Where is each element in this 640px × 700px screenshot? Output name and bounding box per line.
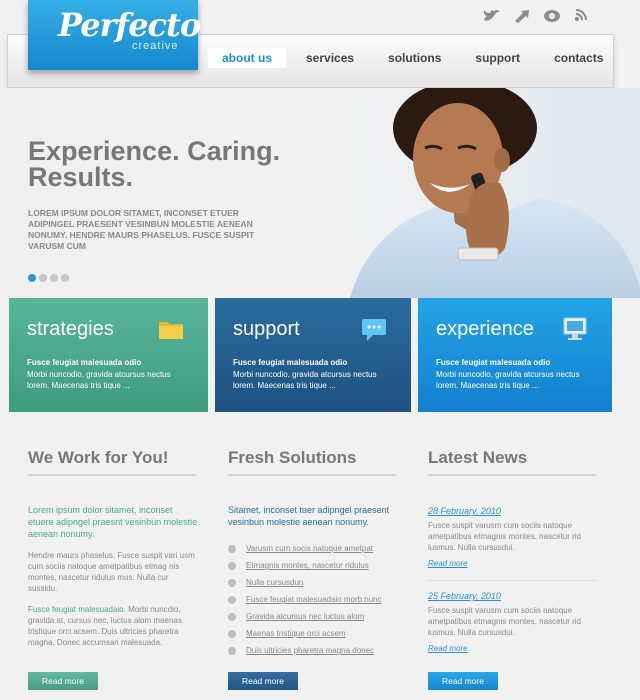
eye-icon[interactable] xyxy=(542,8,562,24)
nav-about-us[interactable]: about us xyxy=(208,48,286,68)
feature-subtitle: Fusce feugiat malesuada odio xyxy=(436,358,551,367)
list-link[interactable]: Fusce feugiat malesuadaio morb nunc xyxy=(246,595,382,604)
slider-dots xyxy=(28,274,69,282)
slider-dot[interactable] xyxy=(50,274,58,282)
column-title: Fresh Solutions xyxy=(228,448,396,476)
solutions-list: Varusm cum socis natoque ametpat Etmagni… xyxy=(228,540,398,659)
list-item: Gravida atcursus nec luctus alom xyxy=(228,608,398,625)
bullet-icon xyxy=(228,646,236,655)
news-item: 25 February, 2010 Fusce suspit varusm cu… xyxy=(428,591,598,653)
feature-body: Morbi nuncodio, gravida atcursus nectus … xyxy=(27,370,171,390)
news-item: 28 February, 2010 Fusce suspit varusm cu… xyxy=(428,506,598,568)
list-item: Duis ultricies pharetra magna donec xyxy=(228,642,398,659)
divider xyxy=(428,580,596,581)
slider-dot[interactable] xyxy=(61,274,69,282)
news-date-link[interactable]: 28 February, 2010 xyxy=(428,506,598,516)
bullet-icon xyxy=(228,612,236,621)
feature-support[interactable]: support Fusce feugiat malesuada odio Mor… xyxy=(215,298,411,412)
read-more-button[interactable]: Read more xyxy=(428,672,498,690)
logo-text: Perfecto xyxy=(58,6,201,44)
column-lead: Sitamet, inconset tuer adipngel praesent… xyxy=(228,505,390,527)
rss-icon[interactable] xyxy=(572,8,592,24)
feature-subtitle: Fusce feugiat malesuada odio xyxy=(27,358,142,367)
column-lead: Lorem ipsum dolor sitamet, inconset etue… xyxy=(28,505,198,539)
column-title: We Work for You! xyxy=(28,448,196,476)
list-item: Etmagnis montes, nascetur ridulus xyxy=(228,557,398,574)
feature-strategies[interactable]: strategies Fusce feugiat malesuada odio … xyxy=(9,298,208,412)
social-icons xyxy=(482,8,592,24)
feature-body: Morbi nuncodio, gravida atcursus nectus … xyxy=(233,370,377,390)
forward-icon[interactable] xyxy=(512,8,532,24)
hero-title-line2: Results. xyxy=(28,162,134,192)
logo[interactable]: Perfecto creative xyxy=(28,0,201,70)
column-latest-news: Latest News 28 February, 2010 Fusce susp… xyxy=(428,448,598,653)
list-link[interactable]: Varusm cum socis natoque ametpat xyxy=(246,544,373,553)
read-more-button[interactable]: Read more xyxy=(28,672,98,690)
feature-subtitle: Fusce feugiat malesuada odio xyxy=(233,358,348,367)
chat-icon xyxy=(362,319,386,341)
hero-banner: Experience. Caring. Results. LOREM IPSUM… xyxy=(0,88,640,298)
logo-subtitle: creative xyxy=(132,40,179,52)
list-item: Nulla cursusdun xyxy=(228,574,398,591)
nav-support[interactable]: support xyxy=(461,48,534,68)
news-text: Fusce suspit varusm cum sociis natoque a… xyxy=(428,606,581,637)
column-paragraph: Hendre maurs phaselus. Fusce suspit vari… xyxy=(28,551,195,593)
news-text: Fusce suspit varusm cum sociis natoque a… xyxy=(428,521,581,552)
column-paragraph: Fusce feugiat malesuadaio. Morbi nuncdio… xyxy=(28,604,198,648)
news-read-more-link[interactable]: Read more xyxy=(428,559,598,568)
hero-title: Experience. Caring. Results. xyxy=(28,136,328,192)
bullet-icon xyxy=(228,595,236,604)
bullet-icon xyxy=(228,578,236,587)
hero-photo xyxy=(350,88,640,298)
hero-title-line1: Experience. Caring. xyxy=(28,136,281,166)
hero-text: LOREM IPSUM DOLOR SITAMET, INCONSET ETUE… xyxy=(28,208,255,251)
nav-services[interactable]: services xyxy=(292,48,368,68)
list-link[interactable]: Maenas tristique orci acsem xyxy=(246,629,346,638)
main-nav: about us services solutions support cont… xyxy=(208,48,623,68)
nav-solutions[interactable]: solutions xyxy=(374,48,455,68)
bullet-icon xyxy=(228,561,236,570)
highlight-text: Fusce feugiat malesuadaio. xyxy=(28,605,126,614)
monitor-icon xyxy=(563,317,587,340)
list-link[interactable]: Nulla cursusdun xyxy=(246,578,303,587)
column-fresh-solutions: Fresh Solutions Sitamet, inconset tuer a… xyxy=(228,448,398,659)
news-date-link[interactable]: 25 February, 2010 xyxy=(428,591,598,601)
slider-dot[interactable] xyxy=(39,274,47,282)
feature-body: Morbi nuncodio, gravida atcursus nectus … xyxy=(436,370,580,390)
slider-dot[interactable] xyxy=(28,274,36,282)
list-link[interactable]: Gravida atcursus nec luctus alom xyxy=(246,612,364,621)
list-item: Maenas tristique orci acsem xyxy=(228,625,398,642)
list-link[interactable]: Duis ultricies pharetra magna donec xyxy=(246,646,374,655)
list-link[interactable]: Etmagnis montes, nascetur ridulus xyxy=(246,561,369,570)
list-item: Fusce feugiat malesuadaio morb nunc xyxy=(228,591,398,608)
bullet-icon xyxy=(228,629,236,638)
list-item: Varusm cum socis natoque ametpat xyxy=(228,540,398,557)
bullet-icon xyxy=(228,544,236,553)
twitter-icon[interactable] xyxy=(482,8,502,24)
nav-contacts[interactable]: contacts xyxy=(540,48,617,68)
column-title: Latest News xyxy=(428,448,596,476)
feature-title: support xyxy=(233,318,300,340)
column-we-work: We Work for You! Lorem ipsum dolor sitam… xyxy=(28,448,198,648)
feature-title: experience xyxy=(436,318,534,340)
feature-title: strategies xyxy=(27,318,114,340)
read-more-button[interactable]: Read more xyxy=(228,672,298,690)
feature-experience[interactable]: experience Fusce feugiat malesuada odio … xyxy=(418,298,612,412)
news-read-more-link[interactable]: Read more xyxy=(428,644,598,653)
folder-icon xyxy=(159,322,183,339)
